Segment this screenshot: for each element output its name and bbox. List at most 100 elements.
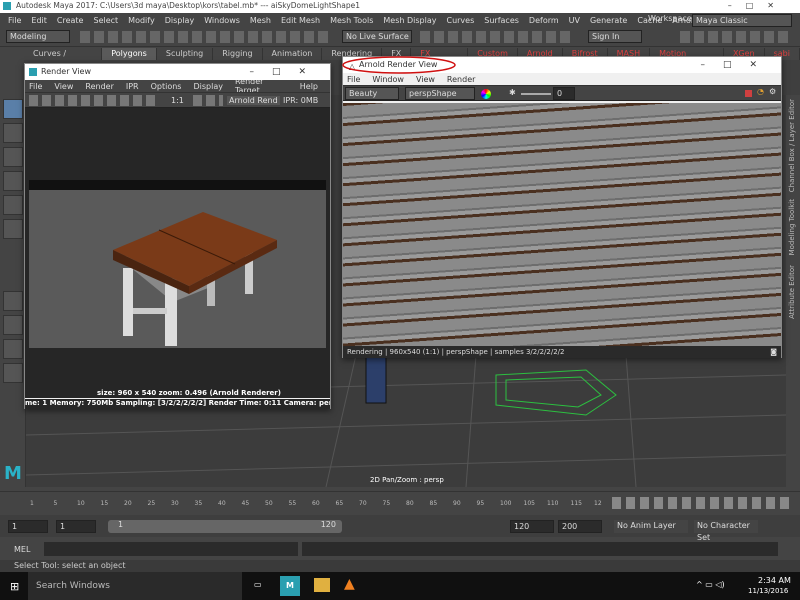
two-view-icon[interactable] bbox=[3, 339, 23, 359]
menu-item-12[interactable]: Surfaces bbox=[484, 16, 519, 25]
arnold-menu-item-2[interactable]: View bbox=[416, 75, 435, 84]
ipr-icon[interactable]: ◔ bbox=[757, 87, 764, 96]
aov-select[interactable]: Beauty bbox=[345, 87, 399, 100]
timeline-tick: 60 bbox=[312, 500, 320, 507]
menu-item-8[interactable]: Edit Mesh bbox=[281, 16, 320, 25]
menu-item-5[interactable]: Display bbox=[165, 16, 195, 25]
timeline-tick: 90 bbox=[453, 500, 461, 507]
anim-layer-select[interactable]: No Anim Layer bbox=[614, 520, 688, 533]
menu-item-15[interactable]: Generate bbox=[590, 16, 627, 25]
ratio-label[interactable]: 1:1 bbox=[171, 96, 184, 105]
modeling-toolkit-tab[interactable]: Modeling Toolkit bbox=[788, 199, 796, 255]
renderer-select[interactable]: Arnold Rend bbox=[227, 96, 280, 105]
shelf-tab-0[interactable]: Curves / Surfaces bbox=[24, 48, 103, 70]
settings-gear-icon[interactable]: ⚙ bbox=[769, 87, 776, 96]
end-time-field[interactable]: 200 bbox=[558, 520, 602, 533]
status-line: Modeling No Live Surface Sign In bbox=[0, 27, 800, 47]
four-view-icon[interactable] bbox=[3, 315, 23, 335]
single-view-icon[interactable] bbox=[3, 291, 23, 311]
app-icon bbox=[3, 2, 11, 10]
menu-item-1[interactable]: Edit bbox=[31, 16, 47, 25]
file-explorer-icon[interactable] bbox=[314, 578, 330, 592]
outliner-icon[interactable] bbox=[3, 363, 23, 383]
timeline-tick: 100 bbox=[500, 500, 512, 507]
render-icons[interactable] bbox=[420, 31, 570, 43]
start-time-field[interactable]: 1 bbox=[8, 520, 48, 533]
menu-item-6[interactable]: Windows bbox=[204, 16, 240, 25]
render-view-window[interactable]: Render View –□✕ File View Render IPR Options… bbox=[24, 63, 331, 409]
render-view-tool-icons[interactable] bbox=[29, 95, 159, 106]
arnold-render-view-window[interactable]: △ Arnold Render View –□✕ File Window View R… bbox=[342, 56, 782, 358]
arnold-render-canvas[interactable] bbox=[343, 103, 781, 346]
arnold-menu-item-3[interactable]: Render bbox=[447, 75, 475, 84]
shelf-tab-1[interactable]: Polygons bbox=[102, 48, 157, 60]
mel-input[interactable] bbox=[44, 542, 298, 556]
channel-box-tab[interactable]: Channel Box / Layer Editor bbox=[788, 99, 796, 192]
render-view-menu-item-7[interactable]: Help bbox=[300, 82, 318, 91]
ipr-memory: IPR: 0MB bbox=[283, 96, 319, 105]
render-view-extra-icons[interactable] bbox=[193, 95, 223, 106]
windows-start-icon[interactable]: ⊞ bbox=[10, 580, 19, 593]
arnold-menu-item-1[interactable]: Window bbox=[372, 75, 404, 84]
status-icons[interactable] bbox=[80, 31, 330, 43]
render-view-menu-item-5[interactable]: Display bbox=[193, 82, 223, 91]
select-tool-icon[interactable] bbox=[3, 99, 23, 119]
arnold-toolbar: Beauty perspShape ✱ 0 ◔ ⚙ bbox=[343, 85, 781, 101]
lasso-tool-icon[interactable] bbox=[3, 123, 23, 143]
mode-select[interactable]: Modeling bbox=[6, 30, 70, 43]
shelf-tab-2[interactable]: Sculpting bbox=[157, 48, 214, 60]
timeline-tick: 115 bbox=[570, 500, 582, 507]
render-view-menu-item-0[interactable]: File bbox=[29, 82, 42, 91]
attribute-editor-tab[interactable]: Attribute Editor bbox=[788, 265, 796, 319]
playback-start-field[interactable]: 1 bbox=[56, 520, 96, 533]
menu-item-2[interactable]: Create bbox=[57, 16, 84, 25]
move-tool-icon[interactable] bbox=[3, 171, 23, 191]
render-view-menu-item-3[interactable]: IPR bbox=[126, 82, 139, 91]
window-controls[interactable]: –□✕ bbox=[728, 1, 788, 10]
render-view-menu-item-1[interactable]: View bbox=[54, 82, 73, 91]
menu-item-9[interactable]: Mesh Tools bbox=[330, 16, 373, 25]
arnold-window-controls[interactable]: –□✕ bbox=[700, 57, 775, 73]
panel-icons[interactable] bbox=[680, 31, 792, 43]
arnold-menu-item-0[interactable]: File bbox=[347, 75, 360, 84]
menu-item-10[interactable]: Mesh Display bbox=[383, 16, 436, 25]
menu-item-7[interactable]: Mesh bbox=[250, 16, 271, 25]
camera-select[interactable]: perspShape bbox=[405, 87, 475, 100]
menu-item-4[interactable]: Modify bbox=[128, 16, 155, 25]
timeline-tick: 105 bbox=[523, 500, 535, 507]
time-slider[interactable]: 1 5 10 15 20 25 30 35 40 45 50 55 60 65 70 75 80 85 90 95 10… bbox=[0, 491, 800, 511]
playback-end-field[interactable]: 120 bbox=[510, 520, 554, 533]
rotate-tool-icon[interactable] bbox=[3, 195, 23, 215]
range-bar[interactable]: 1 120 bbox=[108, 520, 342, 533]
snapshot-camera-icon[interactable]: ◙ bbox=[770, 346, 777, 358]
mel-label[interactable]: MEL bbox=[14, 545, 30, 554]
shelf-tab-4[interactable]: Animation bbox=[263, 48, 323, 60]
search-box[interactable]: Search Windows bbox=[28, 572, 242, 600]
playback-controls[interactable] bbox=[612, 497, 792, 509]
menu-item-0[interactable]: File bbox=[8, 16, 21, 25]
scale-tool-icon[interactable] bbox=[3, 219, 23, 239]
live-surface-field[interactable]: No Live Surface bbox=[342, 30, 412, 43]
exposure-value[interactable]: 0 bbox=[553, 87, 575, 100]
render-view-menu-item-4[interactable]: Options bbox=[151, 82, 182, 91]
menu-item-14[interactable]: UV bbox=[569, 16, 580, 25]
stop-render-icon[interactable] bbox=[745, 90, 752, 97]
character-set-select[interactable]: No Character Set bbox=[694, 520, 758, 542]
shelf-tab-3[interactable]: Rigging bbox=[213, 48, 263, 60]
maya-taskbar-icon[interactable]: M bbox=[280, 576, 300, 596]
command-line: MEL bbox=[0, 540, 800, 560]
sign-in-button[interactable]: Sign In bbox=[588, 30, 642, 43]
workspace-select[interactable]: Maya Classic bbox=[692, 14, 792, 27]
menu-item-3[interactable]: Select bbox=[93, 16, 118, 25]
task-view-icon[interactable]: ▭ bbox=[254, 580, 262, 589]
paint-tool-icon[interactable] bbox=[3, 147, 23, 167]
render-view-menu-item-2[interactable]: Render bbox=[85, 82, 113, 91]
exposure-slider[interactable] bbox=[521, 93, 551, 95]
render-view-canvas[interactable] bbox=[25, 108, 330, 398]
color-channel-icon[interactable] bbox=[481, 89, 491, 99]
tray-icons[interactable]: ^ ▭ ◁) bbox=[696, 580, 725, 589]
menu-item-13[interactable]: Deform bbox=[529, 16, 559, 25]
vlc-icon[interactable]: ▲ bbox=[344, 576, 355, 592]
render-view-controls[interactable]: –□✕ bbox=[249, 64, 324, 80]
menu-item-11[interactable]: Curves bbox=[446, 16, 474, 25]
